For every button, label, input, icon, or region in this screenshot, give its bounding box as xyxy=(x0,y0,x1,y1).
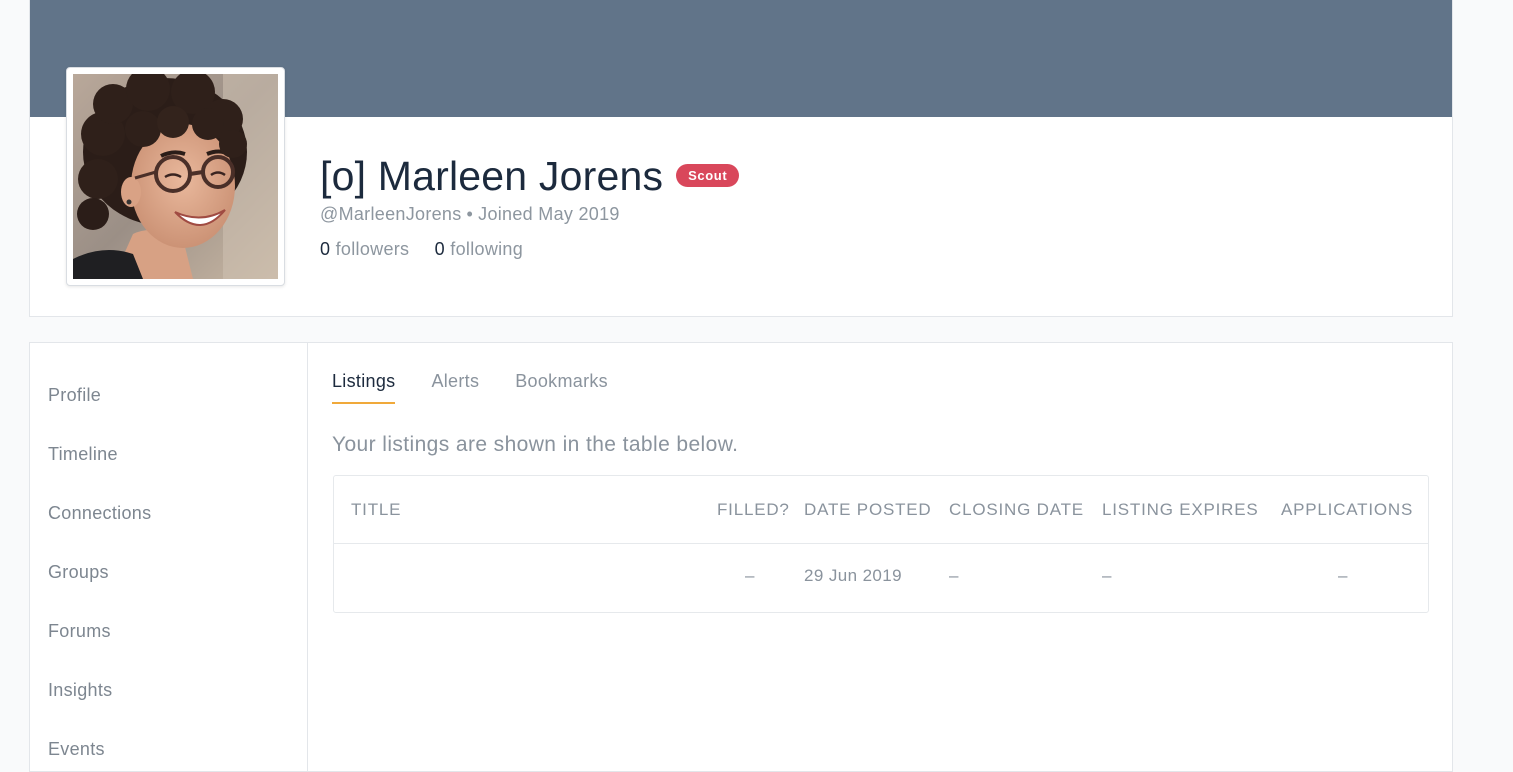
cell-date-posted: 29 Jun 2019 xyxy=(804,566,902,585)
profile-header-card: [o] Marleen Jorens Scout @MarleenJorens •… xyxy=(29,0,1453,317)
cell-closing-date: – xyxy=(949,566,959,585)
column-header-applications[interactable]: Applications xyxy=(1281,500,1413,520)
avatar-photo xyxy=(73,74,278,279)
tab-bookmarks[interactable]: Bookmarks xyxy=(515,371,608,404)
main-content: Listings Alerts Bookmarks Your listings … xyxy=(308,343,1452,771)
name-row: [o] Marleen Jorens Scout xyxy=(320,150,740,202)
column-header-closing-date[interactable]: Closing Date xyxy=(949,500,1084,520)
following-count: 0 xyxy=(434,239,445,259)
role-badge: Scout xyxy=(676,163,740,187)
follow-stats: 0 followers 0 following xyxy=(320,239,739,260)
profile-name: [o] Marleen Jorens xyxy=(320,152,664,199)
column-header-title[interactable]: Title xyxy=(351,500,401,520)
sidebar-item-events[interactable]: Events xyxy=(48,739,105,760)
sidebar-item-timeline[interactable]: Timeline xyxy=(48,444,118,465)
sidebar-item-forums[interactable]: Forums xyxy=(48,621,111,642)
sidebar-item-connections[interactable]: Connections xyxy=(48,503,151,524)
tab-listings[interactable]: Listings xyxy=(332,371,396,404)
listings-table: Title Filled? Date Posted Closing Date L… xyxy=(333,475,1429,613)
profile-body-card: Profile Timeline Connections Groups Foru… xyxy=(29,342,1453,772)
meta-separator: • xyxy=(466,204,474,224)
column-header-date-posted[interactable]: Date Posted xyxy=(804,500,932,520)
sidebar-item-groups[interactable]: Groups xyxy=(48,562,109,583)
cell-listing-expires: – xyxy=(1102,566,1112,585)
listings-intro: Your listings are shown in the table bel… xyxy=(332,433,739,456)
followers-label: followers xyxy=(335,239,410,259)
sidebar-item-insights[interactable]: Insights xyxy=(48,680,112,701)
profile-info: [o] Marleen Jorens Scout @MarleenJorens •… xyxy=(320,150,740,260)
profile-sidebar: Profile Timeline Connections Groups Foru… xyxy=(30,343,308,771)
following-label: following xyxy=(450,239,524,259)
listing-tabs: Listings Alerts Bookmarks xyxy=(332,371,644,404)
followers-link[interactable]: 0 followers xyxy=(320,239,409,259)
tab-alerts[interactable]: Alerts xyxy=(431,371,479,404)
column-header-filled[interactable]: Filled? xyxy=(717,500,790,520)
cell-applications: – xyxy=(1338,566,1348,585)
profile-meta: @MarleenJorens • Joined May 2019 xyxy=(320,204,739,225)
followers-count: 0 xyxy=(320,239,331,259)
following-link[interactable]: 0 following xyxy=(435,239,523,259)
table-header: Title Filled? Date Posted Closing Date L… xyxy=(334,476,1428,544)
joined-date: Joined May 2019 xyxy=(478,204,620,224)
column-header-listing-expires[interactable]: Listing Expires xyxy=(1102,500,1259,520)
sidebar-item-profile[interactable]: Profile xyxy=(48,385,101,406)
profile-handle: @MarleenJorens xyxy=(320,204,462,224)
avatar[interactable] xyxy=(66,67,285,286)
cell-filled: – xyxy=(745,566,755,585)
